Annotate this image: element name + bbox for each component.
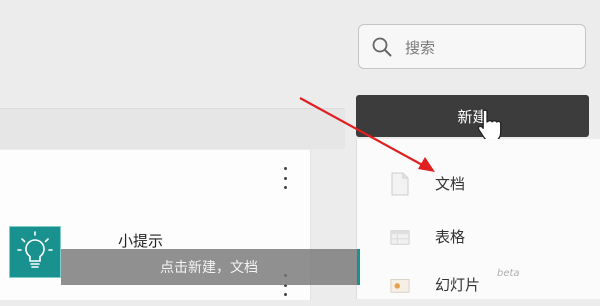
menu-item-label: 表格: [435, 228, 466, 246]
toolbar-strip: [0, 109, 345, 149]
new-menu: 文档 表格 幻灯片 beta: [356, 139, 600, 299]
menu-item-document[interactable]: 文档: [357, 161, 597, 205]
more-options-icon[interactable]: [282, 167, 288, 189]
new-button[interactable]: 新建: [356, 95, 589, 137]
menu-item-label: 幻灯片: [435, 276, 481, 294]
tip-icon-box: [9, 226, 61, 278]
menu-item-label: 文档: [435, 175, 466, 193]
spreadsheet-icon: [390, 230, 410, 245]
tip-accent-bar: [357, 249, 360, 285]
menu-item-spreadsheet[interactable]: 表格: [357, 214, 597, 258]
search-icon: [372, 37, 392, 57]
search-input[interactable]: [403, 33, 577, 63]
tip-message: 点击新建，文档: [160, 260, 258, 276]
menu-item-slides[interactable]: 幻灯片 beta: [357, 262, 597, 306]
document-icon: [391, 172, 409, 196]
search-box[interactable]: [358, 24, 586, 69]
beta-badge: beta: [497, 268, 520, 279]
slides-icon: [390, 279, 410, 293]
tip-title: 小提示: [118, 232, 164, 250]
tip-message-bar: 点击新建，文档: [61, 249, 357, 285]
lightbulb-icon: [17, 231, 53, 268]
